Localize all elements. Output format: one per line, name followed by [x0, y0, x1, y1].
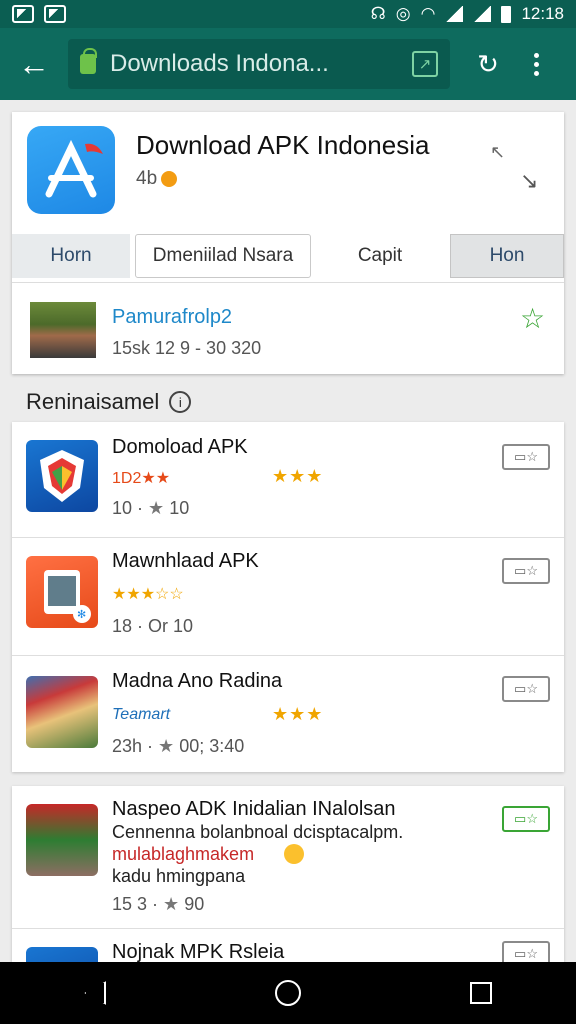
meta-right: 10	[169, 498, 190, 518]
tab-hon[interactable]: Hon	[450, 234, 564, 278]
app-name: Mawnhlaad APK	[112, 550, 259, 572]
app-icon	[26, 676, 98, 748]
battery-icon	[501, 5, 512, 23]
url-text: Downloads Indona...	[110, 50, 329, 77]
tab-capit[interactable]: Capit	[312, 234, 448, 278]
alarm-icon: ◎	[395, 4, 411, 23]
pin-icon[interactable]: ↖	[490, 142, 505, 163]
app-header-card: Download APK Indonesia 4b ↖ ↘ Horn Dmeni…	[12, 112, 564, 374]
featured-name: Pamurafrolp2	[112, 306, 233, 328]
section-title: Reninaisamel	[26, 389, 160, 414]
app-icon	[26, 947, 98, 962]
meta-left: 15 3 ·	[112, 894, 159, 914]
list-item[interactable]: ✻ Mawnhlaad APK ★★★☆☆ 18 · Or 10 ▭☆	[12, 538, 564, 655]
app-logo-icon	[27, 126, 115, 214]
status-bar: ☊ ◎ ◠ 12:18	[0, 0, 576, 28]
share-icon[interactable]: ↘	[520, 168, 538, 194]
favorite-star-icon[interactable]: ☆	[520, 302, 545, 335]
notification-icon	[12, 5, 34, 23]
app-meta: 23h · ★ 00; 3:40	[112, 736, 244, 757]
install-icon[interactable]: ▭☆	[502, 806, 550, 832]
app-subtext: kadu hmingpana	[112, 866, 246, 886]
meta-left: 18 ·	[112, 616, 144, 636]
featured-meta: 15sk 12 9 - 30 320	[112, 338, 262, 358]
rating-stars: ★★★	[272, 466, 324, 486]
app-meta: 10 · ★ 10	[112, 498, 189, 519]
tab-bar: Horn Dmeniilad Nsara Capit Hon	[12, 234, 564, 280]
subtitle-text: 4b	[136, 168, 158, 189]
signal-icon	[445, 6, 464, 22]
page-title: Download APK Indonesia	[136, 130, 430, 160]
app-badge: 1D2★★	[112, 470, 171, 487]
app-icon	[26, 804, 98, 876]
meta-right: 90	[184, 894, 205, 914]
back-arrow-icon[interactable]: ←	[0, 28, 68, 100]
lock-icon	[80, 48, 97, 74]
header-subtitle: 4b	[136, 168, 178, 190]
featured-thumbnail	[30, 302, 96, 358]
extension-icon[interactable]: ↗	[412, 51, 438, 77]
app-icon: ✻	[26, 556, 98, 628]
meta-left: 23h ·	[112, 736, 154, 756]
app-name: Nojnak MPK Rsleia	[112, 941, 285, 962]
meta-right: 00; 3:40	[179, 736, 245, 756]
tab-download[interactable]: Dmeniilad Nsara	[135, 234, 311, 278]
vibrate-icon: ☊	[370, 4, 386, 23]
star-icon: ★	[163, 894, 180, 914]
install-icon[interactable]: ▭☆	[502, 444, 550, 470]
divider	[12, 282, 564, 283]
app-meta: 18 · Or 10	[112, 616, 193, 637]
list-item[interactable]: Nojnak MPK Rsleia ▭☆	[12, 929, 564, 962]
app-name: Naspeo ADK Inidalian INalolsan	[112, 798, 396, 820]
section-header: Reninaisamel i	[26, 389, 192, 415]
app-meta: 15 3 · ★ 90	[112, 894, 204, 915]
url-bar[interactable]: Downloads Indona... ↗	[68, 39, 450, 89]
app-icon	[26, 440, 98, 512]
list-item[interactable]: Madna Ano Radina Teamart ★★★ 23h · ★ 00;…	[12, 656, 564, 772]
clock: 12:18	[521, 4, 564, 23]
list-item[interactable]: Naspeo ADK Inidalian INalolsan Cennenna …	[12, 786, 564, 928]
emoji-icon	[284, 844, 304, 864]
more-vert-icon[interactable]	[516, 52, 556, 76]
meta-left: 10 ·	[112, 498, 144, 518]
app-tagline: mulablaghmakem	[112, 844, 255, 864]
reload-icon[interactable]: ↻	[460, 49, 516, 80]
signal-icon	[473, 6, 492, 22]
rating-stars: ★★★	[272, 704, 324, 724]
nav-back-icon[interactable]	[84, 981, 107, 1005]
star-icon: ★	[148, 498, 165, 518]
meta-right: Or 10	[148, 616, 194, 636]
svg-text:✻: ✻	[77, 608, 86, 621]
install-icon[interactable]: ▭☆	[502, 558, 550, 584]
notification-icon	[44, 5, 66, 23]
info-icon[interactable]: i	[169, 391, 192, 413]
install-icon[interactable]: ▭☆	[502, 676, 550, 702]
wifi-icon: ◠	[420, 4, 436, 23]
browser-toolbar: ← Downloads Indona... ↗ ↻	[0, 28, 576, 100]
app-description: Cennenna bolanbnoal dcisptacalpm.	[112, 822, 404, 842]
tab-home[interactable]: Horn	[12, 234, 130, 278]
list-item[interactable]: Domoload APK 1D2★★ ★★★ 10 · ★ 10 ▭☆	[12, 422, 564, 537]
nav-recents-icon[interactable]	[469, 982, 492, 1004]
app-name: Domoload APK	[112, 436, 248, 458]
featured-item[interactable]: Pamurafrolp2 15sk 12 9 - 30 320 ☆	[12, 284, 564, 374]
badge-icon	[161, 171, 178, 187]
star-icon: ★	[158, 736, 175, 756]
app-badge: ★★★☆☆	[112, 586, 184, 603]
nav-home-icon[interactable]	[274, 980, 301, 1006]
install-icon[interactable]: ▭☆	[502, 941, 550, 962]
system-nav-bar	[0, 962, 576, 1024]
app-list-card: Domoload APK 1D2★★ ★★★ 10 · ★ 10 ▭☆ ✻ Ma…	[12, 422, 564, 772]
app-name: Madna Ano Radina	[112, 670, 283, 692]
app-list-card: Naspeo ADK Inidalian INalolsan Cennenna …	[12, 786, 564, 962]
app-badge: Teamart	[112, 706, 171, 723]
